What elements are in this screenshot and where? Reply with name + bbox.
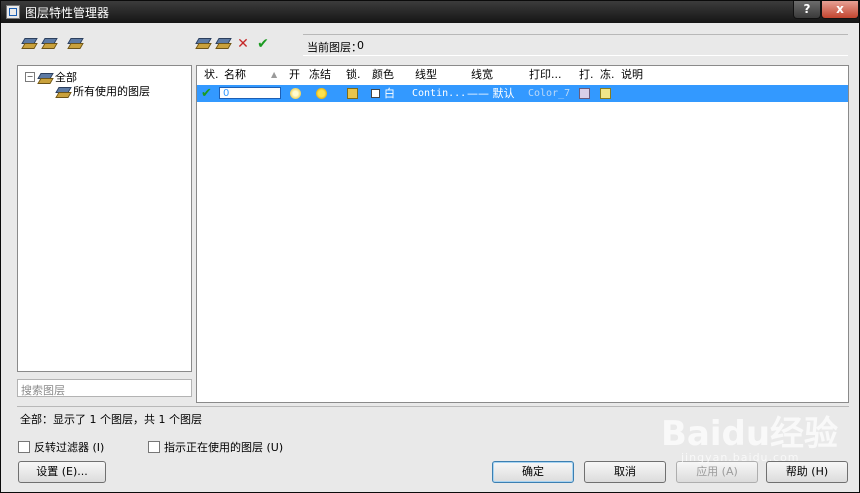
watermark-url: jingyan.baidu.com	[681, 451, 800, 464]
column-header-name[interactable]: 名称	[224, 66, 246, 84]
used-layers-filter-icon	[56, 86, 70, 97]
checkbox-box[interactable]	[148, 441, 160, 453]
column-header-plot[interactable]: 打.	[579, 66, 594, 84]
column-header-on[interactable]: 开	[289, 66, 300, 84]
search-layers-input[interactable]: 搜索图层	[17, 379, 192, 397]
unlock-icon[interactable]	[347, 88, 358, 99]
column-header-plot-style[interactable]: 打印...	[529, 66, 562, 84]
plot-printer-icon[interactable]	[579, 88, 590, 99]
layer-properties-manager-window: 图层特性管理器 ? x ✕ ✔ 当前图层： 0 − 全部 所有使用的图层 搜索图…	[0, 0, 860, 493]
thaw-sun-icon[interactable]	[316, 88, 327, 99]
baidu-watermark: Baidu经验	[661, 414, 839, 454]
set-current-icon[interactable]: ✔	[253, 34, 273, 54]
new-property-filter-icon[interactable]	[19, 34, 39, 54]
invert-filter-checkbox[interactable]: 反转过滤器 (I)	[18, 439, 104, 455]
current-layer-label: 当前图层：	[307, 41, 362, 54]
window-title: 图层特性管理器	[25, 6, 110, 20]
column-header-lineweight[interactable]: 线宽	[471, 66, 493, 84]
layer-plot-style: Color_7	[528, 88, 571, 99]
column-header-lock[interactable]: 锁.	[346, 66, 361, 84]
on-bulb-icon[interactable]	[290, 88, 301, 99]
app-icon	[6, 5, 20, 19]
layer-color-name[interactable]: 白	[384, 87, 395, 101]
checkbox-label: 指示正在使用的图层 (U)	[164, 441, 284, 454]
layer-lineweight[interactable]: —— 默认	[467, 87, 515, 101]
column-header-status[interactable]: 状.	[204, 66, 219, 84]
filter-tree-panel[interactable]: − 全部 所有使用的图层	[17, 65, 192, 372]
sort-ascending-icon: ▲	[271, 70, 278, 79]
layer-list[interactable]: 状. 名称 ▲ 开 冻结 锁. 颜色 线型 线宽 打印... 打. 冻. 说明 …	[196, 65, 849, 403]
tree-item-used-layers[interactable]: 所有使用的图层	[56, 83, 150, 99]
column-header-description[interactable]: 说明	[621, 66, 643, 84]
column-header-vp-freeze[interactable]: 冻.	[600, 66, 615, 84]
layers-icon	[38, 72, 52, 83]
current-layer-value: 0	[357, 39, 364, 52]
new-layer-icon[interactable]	[193, 34, 213, 54]
layer-count-summary: 全部：显示了 1 个图层，共 1 个图层	[20, 413, 202, 426]
new-layer-vp-frozen-icon[interactable]	[213, 34, 233, 54]
title-bar[interactable]: 图层特性管理器 ? x	[1, 1, 859, 23]
color-swatch-icon[interactable]	[371, 89, 380, 98]
current-status-icon: ✔	[201, 86, 212, 101]
column-header-color[interactable]: 颜色	[372, 66, 394, 84]
indicate-in-use-checkbox[interactable]: 指示正在使用的图层 (U)	[148, 439, 283, 455]
layer-linetype[interactable]: Contin...	[412, 87, 466, 101]
ok-button[interactable]: 确定	[492, 461, 574, 483]
cancel-button[interactable]: 取消	[584, 461, 666, 483]
column-header-linetype[interactable]: 线型	[415, 66, 437, 84]
tree-item-label: 所有使用的图层	[73, 85, 150, 98]
layer-name-field[interactable]: 0	[219, 87, 281, 99]
new-vp-freeze-icon[interactable]	[600, 88, 611, 99]
new-group-filter-icon[interactable]	[39, 34, 59, 54]
collapse-icon[interactable]: −	[25, 72, 35, 82]
settings-button[interactable]: 设置 (E)...	[18, 461, 106, 483]
close-button[interactable]: x	[821, 1, 859, 19]
layer-states-manager-icon[interactable]	[65, 34, 85, 54]
checkbox-box[interactable]	[18, 441, 30, 453]
help-title-button[interactable]: ?	[793, 1, 821, 19]
checkbox-label: 反转过滤器 (I)	[34, 441, 105, 454]
delete-layer-icon[interactable]: ✕	[233, 34, 253, 54]
column-header-freeze[interactable]: 冻结	[309, 66, 331, 84]
current-layer-bar	[303, 34, 848, 56]
